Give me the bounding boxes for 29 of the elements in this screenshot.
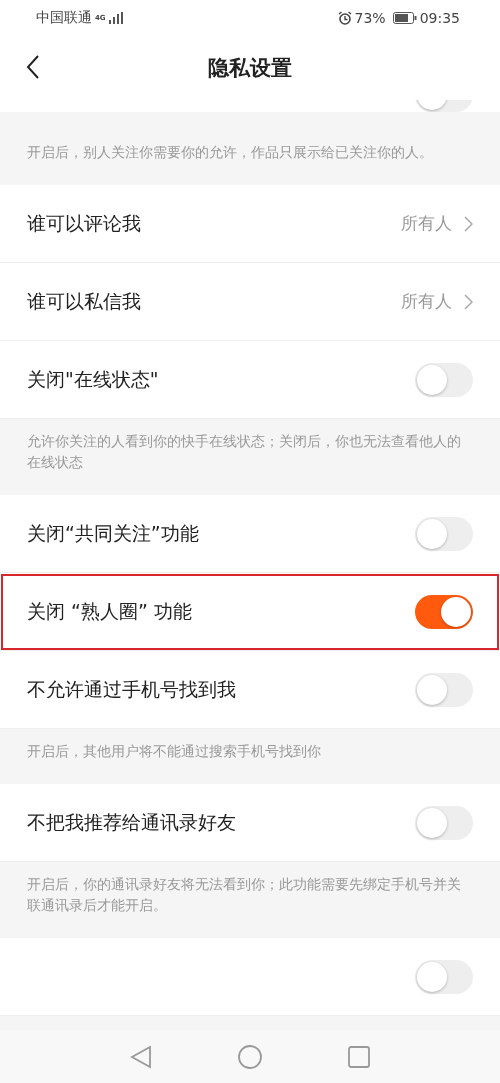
toggle-switch[interactable] [415, 672, 473, 707]
recents-icon[interactable] [348, 1045, 370, 1068]
settings-row[interactable]: 谁可以私信我 所有人 [0, 263, 500, 341]
clock-time: 09:35 [419, 9, 460, 26]
setting-label: 关闭“共同关注”功能 [27, 520, 200, 546]
carrier-name: 中国联通 [36, 8, 92, 27]
page-title: 隐私设置 [208, 54, 292, 82]
note-text: 开启后，你的通讯录好友将无法看到你；此功能需要先绑定手机号并关联通讯录后才能开启。 [27, 876, 461, 913]
signal-icon [108, 11, 123, 24]
toggle-switch[interactable] [415, 516, 473, 551]
note-text: 开启后，其他用户将不能通过搜索手机号找到你 [27, 743, 321, 759]
back-icon[interactable] [26, 55, 40, 79]
setting-label: 关闭 “熟人圈” 功能 [27, 598, 193, 624]
toggle-switch[interactable] [415, 594, 473, 629]
note-text: 开启后，别人关注你需要你的允许，作品只展示给已关注你的人。 [27, 144, 433, 160]
setting-label: 不允许通过手机号找到我 [27, 676, 237, 702]
chevron-icon [464, 293, 473, 310]
note-text: 允许你关注的人看到你的快手在线状态；关闭后，你也无法查看他人的在线状态 [27, 433, 461, 470]
home-icon[interactable] [238, 1044, 262, 1069]
setting-label: 关闭"在线状态" [27, 366, 160, 392]
battery-percent: 73% [354, 9, 386, 26]
toggle-switch[interactable] [415, 959, 473, 994]
setting-label: 不把我推荐给通讯录好友 [27, 809, 237, 835]
chevron-icon [464, 215, 473, 232]
battery-icon [392, 11, 417, 24]
settings-row[interactable]: 谁可以评论我 所有人 [0, 185, 500, 263]
toggle-switch[interactable] [415, 805, 473, 840]
toggle-switch[interactable] [415, 362, 473, 397]
alarm-icon [337, 10, 352, 25]
